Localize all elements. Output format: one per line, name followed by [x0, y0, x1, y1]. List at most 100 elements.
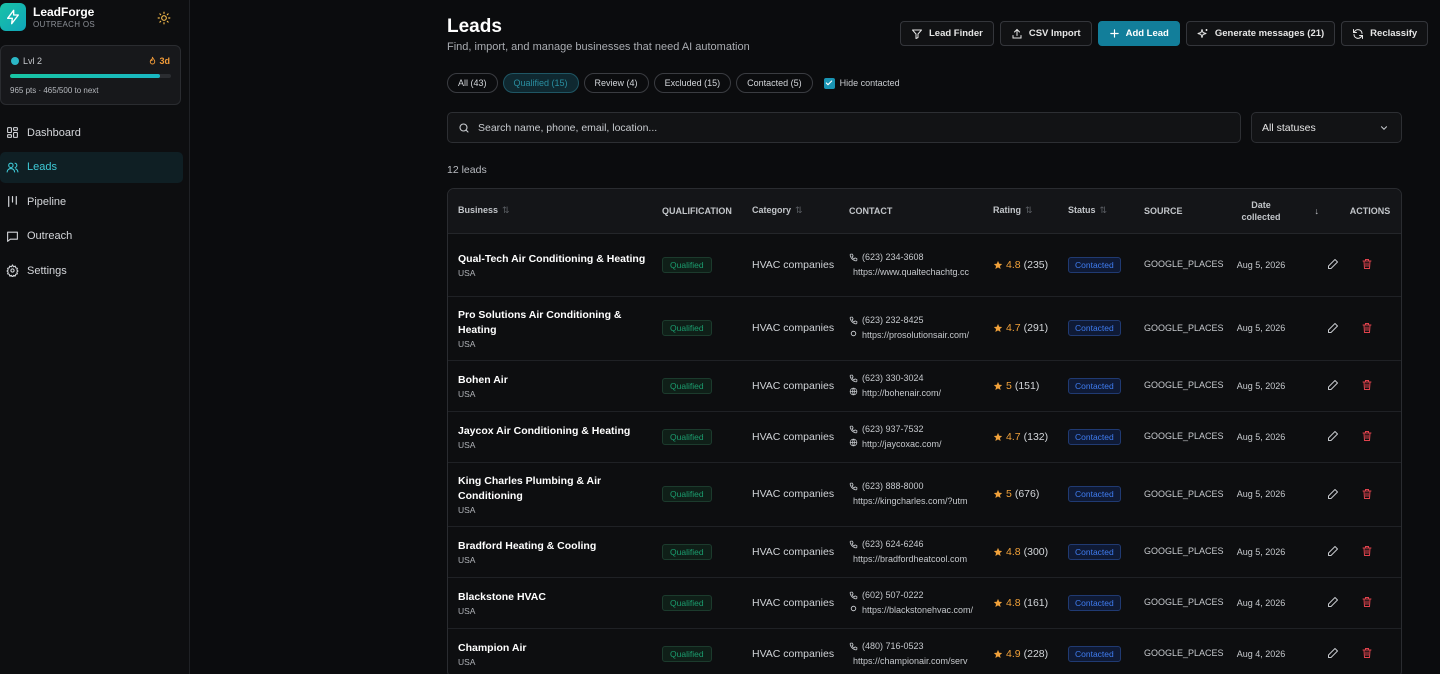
- phone-number[interactable]: (623) 888-8000: [862, 479, 924, 494]
- csv-import-button[interactable]: CSV Import: [999, 21, 1092, 46]
- hide-contacted-checkbox[interactable]: [823, 77, 835, 89]
- filter-chip-qualified[interactable]: Qualified (15): [502, 73, 579, 93]
- lead-finder-button[interactable]: Lead Finder: [900, 21, 994, 46]
- search-input[interactable]: [478, 121, 1178, 134]
- edit-button[interactable]: [1325, 428, 1341, 444]
- website-icon: [849, 437, 858, 452]
- edit-button[interactable]: [1325, 543, 1341, 559]
- rating-count: (235): [1023, 258, 1049, 271]
- filter-chip-review[interactable]: Review (4): [583, 73, 649, 93]
- category-text: HVAC companies: [752, 258, 835, 271]
- delete-button[interactable]: [1359, 320, 1375, 336]
- website-icon: [849, 386, 858, 401]
- phone-number[interactable]: (623) 234-3608: [862, 250, 924, 265]
- website-link[interactable]: https://kingcharles.com/?utm: [853, 494, 968, 509]
- table-row[interactable]: King Charles Plumbing & Air Conditioning…: [448, 462, 1401, 526]
- edit-button[interactable]: [1325, 256, 1341, 272]
- edit-button[interactable]: [1325, 645, 1341, 661]
- business-name: Champion Air: [458, 641, 527, 654]
- table-row[interactable]: Champion Air USA Qualified HVAC companie…: [448, 628, 1401, 674]
- sidebar-item-settings[interactable]: Settings: [0, 255, 183, 286]
- delete-button[interactable]: [1359, 377, 1375, 393]
- sidebar-item-dashboard[interactable]: Dashboard: [0, 117, 183, 148]
- sidebar-item-pipeline[interactable]: Pipeline: [0, 186, 183, 217]
- gear-icon: [6, 264, 19, 277]
- website-link[interactable]: https://prosolutionsair.com/: [862, 328, 969, 343]
- delete-button[interactable]: [1359, 594, 1375, 610]
- edit-button[interactable]: [1325, 594, 1341, 610]
- status-badge[interactable]: Contacted: [1068, 377, 1121, 394]
- table-row[interactable]: Blackstone HVAC USA Qualified HVAC compa…: [448, 577, 1401, 628]
- status-filter-select[interactable]: All statuses: [1251, 112, 1402, 143]
- column-header-category[interactable]: Category ⇅: [742, 189, 839, 234]
- pencil-icon: [1327, 431, 1338, 441]
- star-icon: [993, 547, 1003, 556]
- status-badge[interactable]: Contacted: [1068, 320, 1121, 336]
- refresh-icon: [1353, 28, 1364, 39]
- website-link[interactable]: https://championair.com/serv: [853, 654, 968, 669]
- delete-button[interactable]: [1359, 428, 1375, 444]
- dashboard-icon: [6, 126, 19, 139]
- website-link[interactable]: http://bohenair.com/: [862, 386, 941, 401]
- column-header-rating[interactable]: Rating ⇅: [983, 189, 1058, 234]
- business-country: USA: [458, 605, 476, 616]
- reclassify-button[interactable]: Reclassify: [1341, 21, 1429, 46]
- table-row[interactable]: Bradford Heating & Cooling USA Qualified…: [448, 526, 1401, 577]
- sidebar-item-leads[interactable]: Leads: [0, 151, 183, 183]
- filter-chip-excluded[interactable]: Excluded (15): [653, 73, 732, 93]
- phone-number[interactable]: (602) 507-0222: [862, 588, 924, 603]
- table-row[interactable]: Bohen Air USA Qualified HVAC companies (…: [448, 360, 1401, 411]
- sidebar-item-outreach[interactable]: Outreach: [0, 221, 183, 252]
- generate-messages-button[interactable]: Generate messages (21): [1185, 21, 1336, 46]
- trash-icon: [1362, 597, 1372, 607]
- website-link[interactable]: https://bradfordheatcool.com: [853, 552, 967, 567]
- business-name: Bohen Air: [458, 373, 508, 386]
- phone-number[interactable]: (623) 937-7532: [862, 422, 924, 437]
- column-header-status[interactable]: Status ⇅: [1058, 189, 1134, 234]
- table-row[interactable]: Qual-Tech Air Conditioning & Heating USA…: [448, 233, 1401, 296]
- status-badge[interactable]: Contacted: [1068, 428, 1121, 445]
- category-text: HVAC companies: [752, 430, 835, 443]
- search-box[interactable]: [447, 112, 1241, 143]
- column-header-date[interactable]: Date collected: [1225, 189, 1297, 234]
- delete-button[interactable]: [1359, 645, 1375, 661]
- status-badge[interactable]: Contacted: [1068, 256, 1121, 273]
- phone-number[interactable]: (623) 624-6246: [862, 537, 924, 552]
- phone-number[interactable]: (480) 716-0523: [862, 639, 924, 654]
- rating-score: 4.7: [1006, 322, 1021, 334]
- status-badge[interactable]: Contacted: [1068, 486, 1121, 502]
- phone-icon: [849, 425, 858, 433]
- status-badge[interactable]: Contacted: [1068, 594, 1121, 611]
- trash-icon: [1362, 431, 1372, 441]
- delete-button[interactable]: [1359, 543, 1375, 559]
- table-row[interactable]: Pro Solutions Air Conditioning & Heating…: [448, 296, 1401, 360]
- filter-chip-contacted[interactable]: Contacted (5): [736, 73, 813, 93]
- edit-button[interactable]: [1325, 320, 1341, 336]
- rating-count: (132): [1023, 430, 1049, 443]
- category-text: HVAC companies: [752, 322, 835, 334]
- status-badge[interactable]: Contacted: [1068, 645, 1121, 662]
- website-link[interactable]: https://www.qualtechachtg.cc: [853, 265, 969, 280]
- add-lead-button[interactable]: Add Lead: [1097, 21, 1180, 46]
- filter-chip-all[interactable]: All (43): [447, 73, 498, 93]
- star-icon: [993, 260, 1003, 269]
- status-badge[interactable]: Contacted: [1068, 543, 1121, 560]
- table-row[interactable]: Jaycox Air Conditioning & Heating USA Qu…: [448, 411, 1401, 462]
- delete-button[interactable]: [1359, 256, 1375, 272]
- website-link[interactable]: https://blackstonehvac.com/: [862, 603, 973, 618]
- sun-icon[interactable]: [157, 11, 171, 25]
- source-text: GOOGLE_PLACES: [1144, 648, 1224, 658]
- delete-button[interactable]: [1359, 486, 1375, 502]
- column-header-business[interactable]: Business ⇅: [448, 189, 652, 234]
- rating-count: (228): [1023, 647, 1049, 660]
- pencil-icon: [1327, 322, 1338, 333]
- phone-number[interactable]: (623) 330-3024: [862, 371, 924, 386]
- edit-button[interactable]: [1325, 377, 1341, 393]
- website-link[interactable]: http://jaycoxac.com/: [862, 437, 942, 452]
- reclassify-label: Reclassify: [1370, 28, 1418, 39]
- edit-button[interactable]: [1325, 486, 1341, 502]
- hide-contacted-toggle[interactable]: Hide contacted: [823, 77, 900, 89]
- app-root: LeadForge OUTREACH OS Lvl 2 3d 965 pts ·…: [0, 0, 1440, 674]
- qualification-badge: Qualified: [662, 377, 712, 394]
- phone-number[interactable]: (623) 232-8425: [862, 313, 924, 328]
